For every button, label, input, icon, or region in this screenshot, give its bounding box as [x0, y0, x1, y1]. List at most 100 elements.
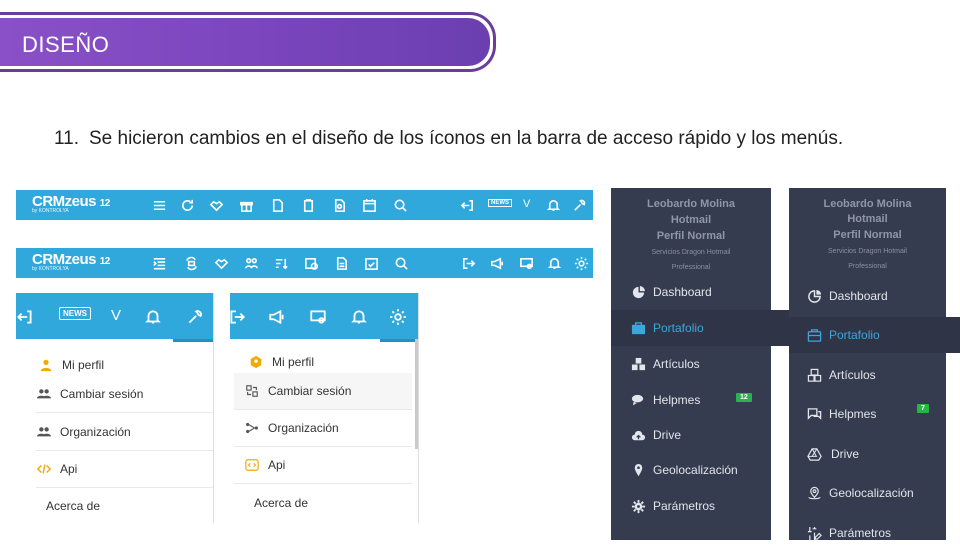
sidebar-item-dashboard[interactable]: Dashboard [789, 278, 960, 314]
boxes-outline-icon [805, 366, 823, 384]
document-icon[interactable] [268, 196, 286, 214]
menu-item-api[interactable]: Api [234, 447, 412, 484]
news-button[interactable]: NEWS [59, 307, 91, 320]
settings-pen-icon [805, 524, 823, 542]
users-icon [36, 386, 52, 402]
sidebar-item-helpmes[interactable]: Helpmes 12 [611, 382, 789, 418]
logout-icon-new[interactable] [459, 254, 477, 272]
calendar-clock-icon[interactable] [302, 254, 320, 272]
logout-icon[interactable] [458, 196, 476, 214]
file-search-icon[interactable] [330, 196, 348, 214]
menu-item-acerca-de[interactable]: Acerca de [46, 487, 213, 524]
item-text: Se hicieron cambios en el diseño de los … [89, 128, 844, 149]
sidebar-item-portafolio[interactable]: Portafolio [611, 310, 789, 346]
menu-item-cambiar-sesion[interactable]: Cambiar sesión [36, 375, 213, 413]
new-user-menu: Mi perfil Cambiar sesión Organización Ap… [230, 293, 419, 523]
wrench-icon[interactable] [570, 196, 588, 214]
user-name-line-2: Hotmail [847, 213, 888, 225]
monitor-settings-icon[interactable] [517, 254, 535, 272]
bell-icon[interactable] [544, 196, 562, 214]
sidebar-item-articulos[interactable]: Artículos [789, 357, 960, 393]
user-profile: Perfil Normal [656, 230, 726, 242]
search-icon[interactable] [391, 196, 409, 214]
crmzeus-logo-new: CRMzeus 12 by KONTROLYA [32, 251, 110, 272]
user-name-line-1: Leobardo Molina [647, 198, 735, 210]
settings-icon[interactable] [572, 254, 590, 272]
sidebar-item-parametros[interactable]: Parámetros [789, 515, 960, 551]
calendar-icon[interactable] [360, 196, 378, 214]
code-icon [244, 457, 260, 473]
handshake-outline-icon[interactable] [212, 254, 230, 272]
v-button[interactable]: V [111, 307, 121, 324]
company-line-1: Servicios Dragon Hotmail [651, 249, 731, 256]
menu-scrollbar[interactable] [415, 339, 418, 449]
old-sidebar: Leobardo Molina Hotmail Perfil Normal Se… [611, 188, 789, 540]
active-tab-indicator [173, 339, 213, 342]
item-number: 11. [54, 128, 80, 149]
gift-icon[interactable] [237, 196, 255, 214]
gear-icon [629, 497, 647, 515]
chat-icon [629, 391, 647, 409]
old-quick-access-toolbar: CRMzeus 12 by KONTROLYA NEWS V [16, 190, 593, 220]
sidebar-item-drive[interactable]: Drive [611, 417, 789, 453]
sidebar-item-articulos[interactable]: Artículos [611, 346, 789, 382]
sidebar-item-portafolio[interactable]: Portafolio [789, 317, 960, 353]
briefcase-icon [629, 319, 647, 337]
pie-chart-icon [629, 283, 647, 301]
chat-outline-icon [805, 405, 823, 423]
refresh-icon[interactable] [178, 196, 196, 214]
file-text-icon[interactable] [332, 254, 350, 272]
megaphone-icon[interactable] [488, 254, 506, 272]
sidebar-item-geolocalizacion[interactable]: Geolocalización [789, 475, 960, 511]
search-icon-new[interactable] [392, 254, 410, 272]
cloud-upload-icon [629, 426, 647, 444]
logout-icon-new[interactable] [226, 306, 248, 328]
slide-title: DISEÑO [22, 32, 110, 57]
active-tab-indicator-new [380, 339, 418, 342]
sidebar-item-drive[interactable]: Drive [789, 436, 960, 472]
menu-item-api[interactable]: Api [36, 450, 213, 488]
hexagon-user-icon [248, 354, 264, 370]
monitor-settings-icon[interactable] [307, 306, 329, 328]
handshake-icon[interactable] [207, 196, 225, 214]
v-button[interactable]: V [523, 198, 530, 210]
briefcase-outline-icon [805, 326, 823, 344]
sidebar-item-dashboard[interactable]: Dashboard [611, 274, 789, 310]
news-button[interactable]: NEWS [488, 199, 512, 207]
sidebar-item-geolocalizacion[interactable]: Geolocalización [611, 452, 789, 488]
megaphone-icon[interactable] [266, 306, 288, 328]
crmzeus-logo: CRMzeus 12 by KONTROLYA [32, 193, 110, 214]
wrench-icon[interactable] [184, 306, 206, 328]
new-menu-toolbar [230, 293, 418, 339]
company-line-2: Professional [671, 264, 711, 271]
map-pin-icon [629, 461, 647, 479]
menu-item-acerca-de[interactable]: Acerca de [254, 484, 412, 521]
clipboard-icon[interactable] [299, 196, 317, 214]
settings-icon[interactable] [387, 306, 409, 328]
helpmes-badge: 12 [736, 393, 752, 402]
sidebar-item-parametros[interactable]: Parámetros [611, 488, 789, 524]
drive-triangle-icon [805, 445, 823, 463]
sidebar-item-helpmes[interactable]: Helpmes 7 [789, 396, 960, 432]
menu-item-organizacion[interactable]: Organización [234, 410, 412, 447]
team-icon[interactable] [242, 254, 260, 272]
location-outline-icon [805, 484, 823, 502]
hamburger-icon[interactable] [150, 196, 168, 214]
bell-icon[interactable] [142, 306, 164, 328]
sort-list-icon[interactable] [272, 254, 290, 272]
new-quick-access-toolbar: CRMzeus 12 by KONTROLYA [16, 248, 593, 278]
user-name-line-2: Hotmail [670, 214, 712, 226]
user-name-line-1: Leobardo Molina [823, 198, 912, 210]
switch-session-icon [244, 383, 260, 399]
calendar-check-icon[interactable] [362, 254, 380, 272]
menu-indent-icon[interactable] [150, 254, 168, 272]
menu-item-cambiar-sesion[interactable]: Cambiar sesión [234, 373, 412, 410]
bell-outline-icon[interactable] [348, 306, 370, 328]
logout-icon[interactable] [14, 306, 36, 328]
slide-title-banner: DISEÑO [0, 12, 500, 74]
bell-outline-icon[interactable] [545, 254, 563, 272]
crm-switch-icon[interactable] [182, 254, 200, 272]
menu-item-organizacion[interactable]: Organización [36, 413, 213, 451]
code-icon [36, 461, 52, 477]
company-line-1: Servicios Dragon Hotmail [828, 248, 907, 255]
